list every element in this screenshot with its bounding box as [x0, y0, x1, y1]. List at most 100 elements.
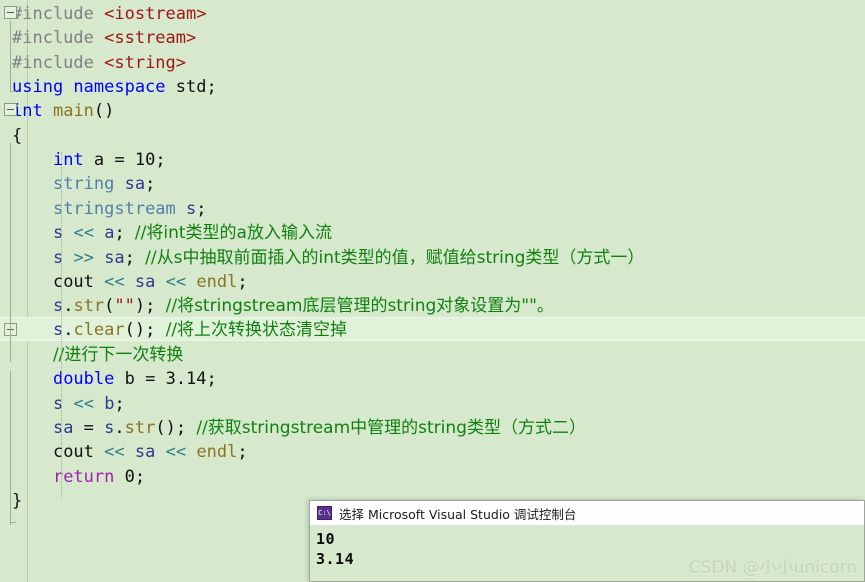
console-title-text: 选择 Microsoft Visual Studio 调试控制台 — [339, 506, 577, 522]
csdn-watermark: CSDN @小小unicorn — [688, 558, 857, 578]
code-token: sa — [52, 417, 74, 438]
code-token: <string> — [104, 52, 187, 73]
code-token: { — [12, 125, 23, 146]
code-token: #include — [12, 4, 105, 24]
code-token: int — [52, 150, 84, 171]
code-line[interactable]: cout << sa << endl; — [0, 270, 865, 294]
code-token: = — [114, 150, 135, 171]
code-line[interactable]: s.clear(); //将上次转换状态清空掉 — [0, 316, 865, 341]
code-token: ; — [196, 198, 207, 219]
fold-bracket-end — [10, 91, 16, 92]
code-token: cout — [52, 442, 94, 463]
code-token: 0 — [124, 466, 135, 487]
code-line[interactable]: int main() — [0, 99, 865, 123]
code-token: . — [114, 417, 125, 438]
code-token: << — [104, 442, 125, 463]
code-token: ; — [124, 247, 146, 268]
code-token: ( — [104, 296, 115, 317]
code-line[interactable]: s << a; //将int类型的a放入输入流 — [0, 221, 865, 245]
code-token: s — [186, 198, 197, 219]
code-line[interactable]: #include <string> — [0, 51, 865, 75]
code-token: 10 — [134, 150, 156, 171]
code-line[interactable]: s.str(""); //将stringstream底层管理的string对象设… — [0, 294, 865, 318]
code-token: = — [145, 369, 166, 390]
code-token: main — [52, 101, 94, 122]
code-token: a — [104, 223, 115, 244]
code-token: <sstream> — [104, 28, 197, 49]
code-token: s — [104, 417, 115, 438]
code-line[interactable]: double b = 3.14; — [0, 367, 865, 391]
code-token: //将int类型的a放入输入流 — [134, 223, 332, 244]
code-token: >> — [73, 247, 94, 268]
code-token: sa — [124, 174, 146, 195]
code-line[interactable]: s >> sa; //从s中抽取前面插入的int类型的值，赋值给string类型… — [0, 246, 865, 270]
code-token: ; — [145, 174, 156, 195]
code-token: ; — [237, 442, 248, 463]
code-token: //将上次转换状态清空掉 — [165, 319, 348, 340]
code-token: . — [63, 319, 74, 340]
code-line[interactable]: sa = s.str(); //获取stringstream中管理的string… — [0, 416, 865, 440]
code-line[interactable]: using namespace std; — [0, 75, 865, 99]
code-line[interactable]: cout << sa << endl; — [0, 440, 865, 464]
fold-bracket-line — [10, 21, 11, 91]
indent-guide — [61, 152, 63, 498]
code-line[interactable]: { — [0, 124, 865, 148]
code-line[interactable]: return 0; — [0, 465, 865, 489]
code-token: ; — [134, 466, 146, 487]
code-editor[interactable]: #include <iostream> #include <sstream> #in… — [0, 0, 865, 582]
code-token: endl — [196, 271, 238, 292]
code-token: << — [73, 223, 94, 244]
code-line[interactable]: string sa; — [0, 172, 865, 196]
code-lines[interactable]: #include <iostream> #include <sstream> #in… — [0, 0, 865, 582]
code-token: (); — [124, 319, 166, 340]
code-token: a — [83, 150, 115, 171]
code-token: 3.14 — [165, 369, 207, 390]
code-token: endl — [196, 442, 238, 463]
code-token: sa — [104, 247, 125, 268]
code-token: clear — [73, 319, 125, 340]
fold-bracket-line — [10, 142, 11, 362]
code-line[interactable]: stringstream s; — [0, 197, 865, 221]
code-token: b — [114, 369, 146, 390]
code-line[interactable]: #include <sstream> — [0, 26, 865, 50]
code-line[interactable]: int a = 10; — [0, 148, 865, 172]
console-output-line: 10 — [316, 530, 336, 548]
code-token: << — [165, 442, 187, 463]
code-line[interactable]: s << b; — [0, 392, 865, 416]
code-token: ; — [114, 393, 125, 414]
code-token: (); — [155, 417, 197, 438]
fold-bracket-line — [10, 371, 11, 525]
code-token: ; — [206, 369, 217, 390]
code-token: str — [124, 417, 156, 438]
console-titlebar[interactable]: C:\ 选择 Microsoft Visual Studio 调试控制台 — [310, 501, 864, 526]
fold-toggle-icon[interactable] — [4, 103, 17, 117]
code-token: ; — [155, 150, 166, 171]
fold-toggle-icon[interactable] — [4, 6, 17, 19]
code-line[interactable]: //进行下一次转换 — [0, 343, 865, 367]
code-token: //进行下一次转换 — [52, 344, 184, 365]
code-line[interactable]: #include <iostream> — [0, 2, 865, 26]
code-token: //获取stringstream中管理的string类型（方式二） — [196, 417, 586, 438]
code-token: cout — [52, 271, 94, 292]
code-token: //从s中抽取前面插入的int类型的值，赋值给string类型（方式一） — [145, 247, 645, 268]
